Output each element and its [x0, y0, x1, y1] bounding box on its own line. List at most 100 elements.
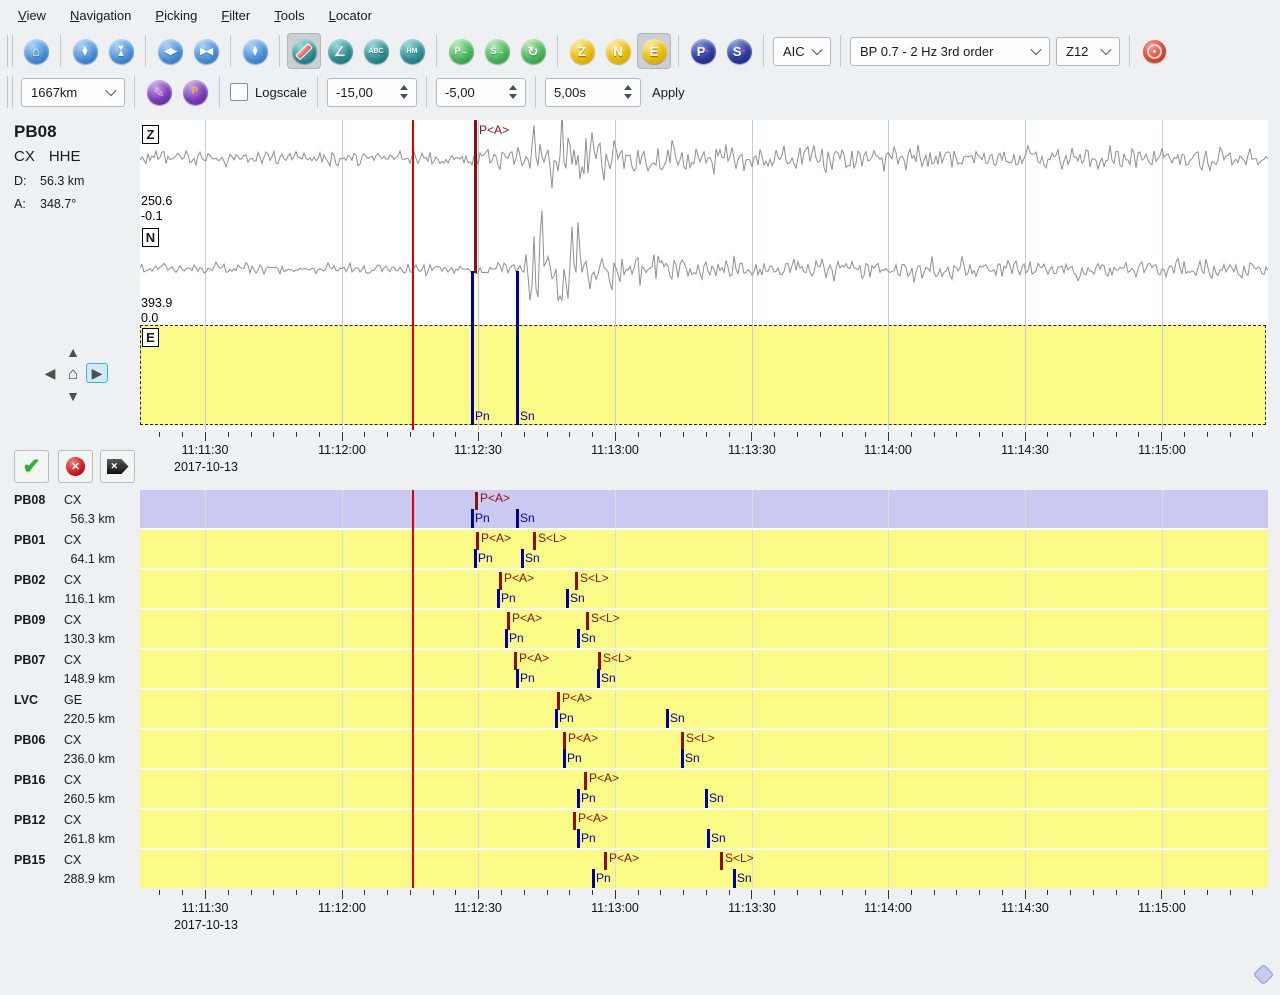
window-length-spinbox[interactable]: 5,00s: [545, 78, 641, 107]
menu-item-picking[interactable]: Picking: [143, 3, 209, 28]
logscale-checkbox[interactable]: Logscale: [230, 83, 307, 101]
auto-pick-marker[interactable]: [557, 692, 560, 710]
station-label-pb02[interactable]: PB02CX116.1 km: [0, 570, 135, 608]
auto-pick-marker[interactable]: [573, 812, 576, 830]
time-zoom-reset-button[interactable]: ▶◀: [189, 33, 223, 69]
auto-pick-marker[interactable]: [584, 772, 587, 790]
manual-pick-marker[interactable]: [577, 829, 580, 848]
station-label-pb06[interactable]: PB06CX236.0 km: [0, 730, 135, 768]
auto-pick-marker[interactable]: [533, 532, 536, 550]
time-zoom-in-button[interactable]: ◀▶: [153, 33, 187, 69]
manual-pick-marker[interactable]: [471, 509, 474, 528]
manual-pick-marker[interactable]: [566, 589, 569, 608]
auto-pick-marker[interactable]: [499, 572, 502, 590]
station-label-pb16[interactable]: PB16CX260.5 km: [0, 770, 135, 808]
post-time-spinbox[interactable]: -5,00: [436, 78, 526, 107]
manual-pick-marker[interactable]: [666, 709, 669, 728]
relocate-button[interactable]: [1137, 33, 1171, 69]
manual-pick-marker[interactable]: [681, 749, 684, 768]
auto-pick-marker[interactable]: [514, 652, 517, 670]
station-trace-row-pb07[interactable]: P<A>S<L>PnSn: [140, 650, 1268, 688]
next-p-pick-button[interactable]: P→: [444, 33, 478, 69]
home-button[interactable]: ⌂: [19, 33, 53, 69]
station-label-pb15[interactable]: PB15CX288.9 km: [0, 850, 135, 888]
phase-labels-button[interactable]: ABC: [359, 33, 393, 69]
station-trace-row-pb01[interactable]: P<A>S<L>PnSn: [140, 530, 1268, 568]
measure-button[interactable]: [287, 33, 321, 69]
component-z-button[interactable]: Z: [565, 33, 599, 69]
station-label-pb01[interactable]: PB01CX64.1 km: [0, 530, 135, 568]
repick-button[interactable]: ↻: [516, 33, 550, 69]
accept-button[interactable]: ✔: [14, 450, 49, 483]
minmax-button[interactable]: HM: [395, 33, 429, 69]
pad-left-button[interactable]: ◀: [39, 363, 61, 383]
station-label-pb08[interactable]: PB08CX56.3 km: [0, 490, 135, 528]
auto-pick-marker[interactable]: [476, 532, 479, 550]
menu-item-navigation[interactable]: Navigation: [58, 3, 143, 28]
menu-item-locator[interactable]: Locator: [317, 3, 384, 28]
amplitude-range-select[interactable]: 1667km: [21, 78, 125, 107]
station-label-pb07[interactable]: PB07CX148.9 km: [0, 650, 135, 688]
auto-pick-marker[interactable]: [575, 572, 578, 590]
pad-up-button[interactable]: ▲: [62, 342, 84, 362]
pad-home-button[interactable]: ⌂: [62, 363, 84, 383]
normalize-amplitude-button[interactable]: ▲▼: [238, 33, 272, 69]
manual-pick-marker[interactable]: [555, 709, 558, 728]
station-label-pb09[interactable]: PB09CX130.3 km: [0, 610, 135, 648]
manual-pick-marker[interactable]: [516, 509, 519, 528]
next-s-pick-button[interactable]: S→: [480, 33, 514, 69]
auto-pick-marker[interactable]: [598, 652, 601, 670]
trace-view[interactable]: P<A>PnSnZ250.6-0.1N393.90.0E: [140, 120, 1268, 430]
pad-down-button[interactable]: ▼: [62, 386, 84, 406]
manual-pick-marker[interactable]: [705, 789, 708, 808]
manual-pick-marker[interactable]: [592, 869, 595, 888]
manual-pick-marker[interactable]: [733, 869, 736, 888]
auto-pick-marker[interactable]: [720, 852, 723, 870]
amplitude-zoom-reset-button[interactable]: ▼▲: [104, 33, 138, 69]
amplitude-zoom-in-button[interactable]: ▲▼: [68, 33, 102, 69]
manual-pick-marker[interactable]: [521, 549, 524, 568]
orientation-select[interactable]: Z12: [1056, 37, 1120, 66]
station-trace-row-pb02[interactable]: P<A>S<L>PnSn: [140, 570, 1268, 608]
station-trace-row-pb08[interactable]: P<A>PnSn: [140, 490, 1268, 528]
manual-pick-marker[interactable]: [497, 589, 500, 608]
pad-right-button[interactable]: ▶: [86, 363, 108, 383]
manual-pick-marker[interactable]: [505, 629, 508, 648]
angle-button[interactable]: ∠: [323, 33, 357, 69]
station-trace-row-pb06[interactable]: P<A>S<L>PnSn: [140, 730, 1268, 768]
picker-pencil-button[interactable]: ✎: [142, 74, 176, 110]
auto-pick-marker[interactable]: [604, 852, 607, 870]
station-trace-row-pb09[interactable]: P<A>S<L>PnSn: [140, 610, 1268, 648]
manual-pick-marker[interactable]: [474, 549, 477, 568]
component-e-button[interactable]: E: [637, 33, 671, 69]
manual-pick-marker[interactable]: [563, 749, 566, 768]
station-trace-row-lvc[interactable]: P<A>PnSn: [140, 690, 1268, 728]
manual-pick-marker[interactable]: [597, 669, 600, 688]
spin-up-icon[interactable]: [509, 85, 517, 90]
manual-pick-marker[interactable]: [471, 271, 474, 425]
manual-pick-marker[interactable]: [707, 829, 710, 848]
pre-time-spinbox[interactable]: -15,00: [327, 78, 417, 107]
component-n-button[interactable]: N: [601, 33, 635, 69]
menu-item-filter[interactable]: Filter: [209, 3, 262, 28]
theoretical-s-button[interactable]: S~: [722, 33, 756, 69]
skip-button[interactable]: ✕: [100, 450, 135, 483]
checkbox-icon[interactable]: [230, 83, 248, 101]
spin-down-icon[interactable]: [509, 94, 517, 99]
station-label-pb12[interactable]: PB12CX261.8 km: [0, 810, 135, 848]
auto-pick-marker[interactable]: [681, 732, 684, 750]
manual-pick-marker[interactable]: [516, 669, 519, 688]
manual-pick-marker[interactable]: [516, 271, 519, 425]
station-trace-row-pb16[interactable]: P<A>PnSn: [140, 770, 1268, 808]
station-label-lvc[interactable]: LVCGE220.5 km: [0, 690, 135, 728]
picker-settings-button[interactable]: P: [178, 74, 212, 110]
menu-item-view[interactable]: View: [6, 3, 58, 28]
picker-algorithm-select[interactable]: AIC: [773, 37, 831, 66]
reject-button[interactable]: ✕: [58, 450, 93, 483]
apply-button[interactable]: Apply: [652, 85, 685, 100]
spin-up-icon[interactable]: [624, 85, 632, 90]
auto-pick-marker[interactable]: [586, 612, 589, 630]
spin-down-icon[interactable]: [400, 94, 408, 99]
station-trace-row-pb12[interactable]: P<A>PnSn: [140, 810, 1268, 848]
spin-up-icon[interactable]: [400, 85, 408, 90]
